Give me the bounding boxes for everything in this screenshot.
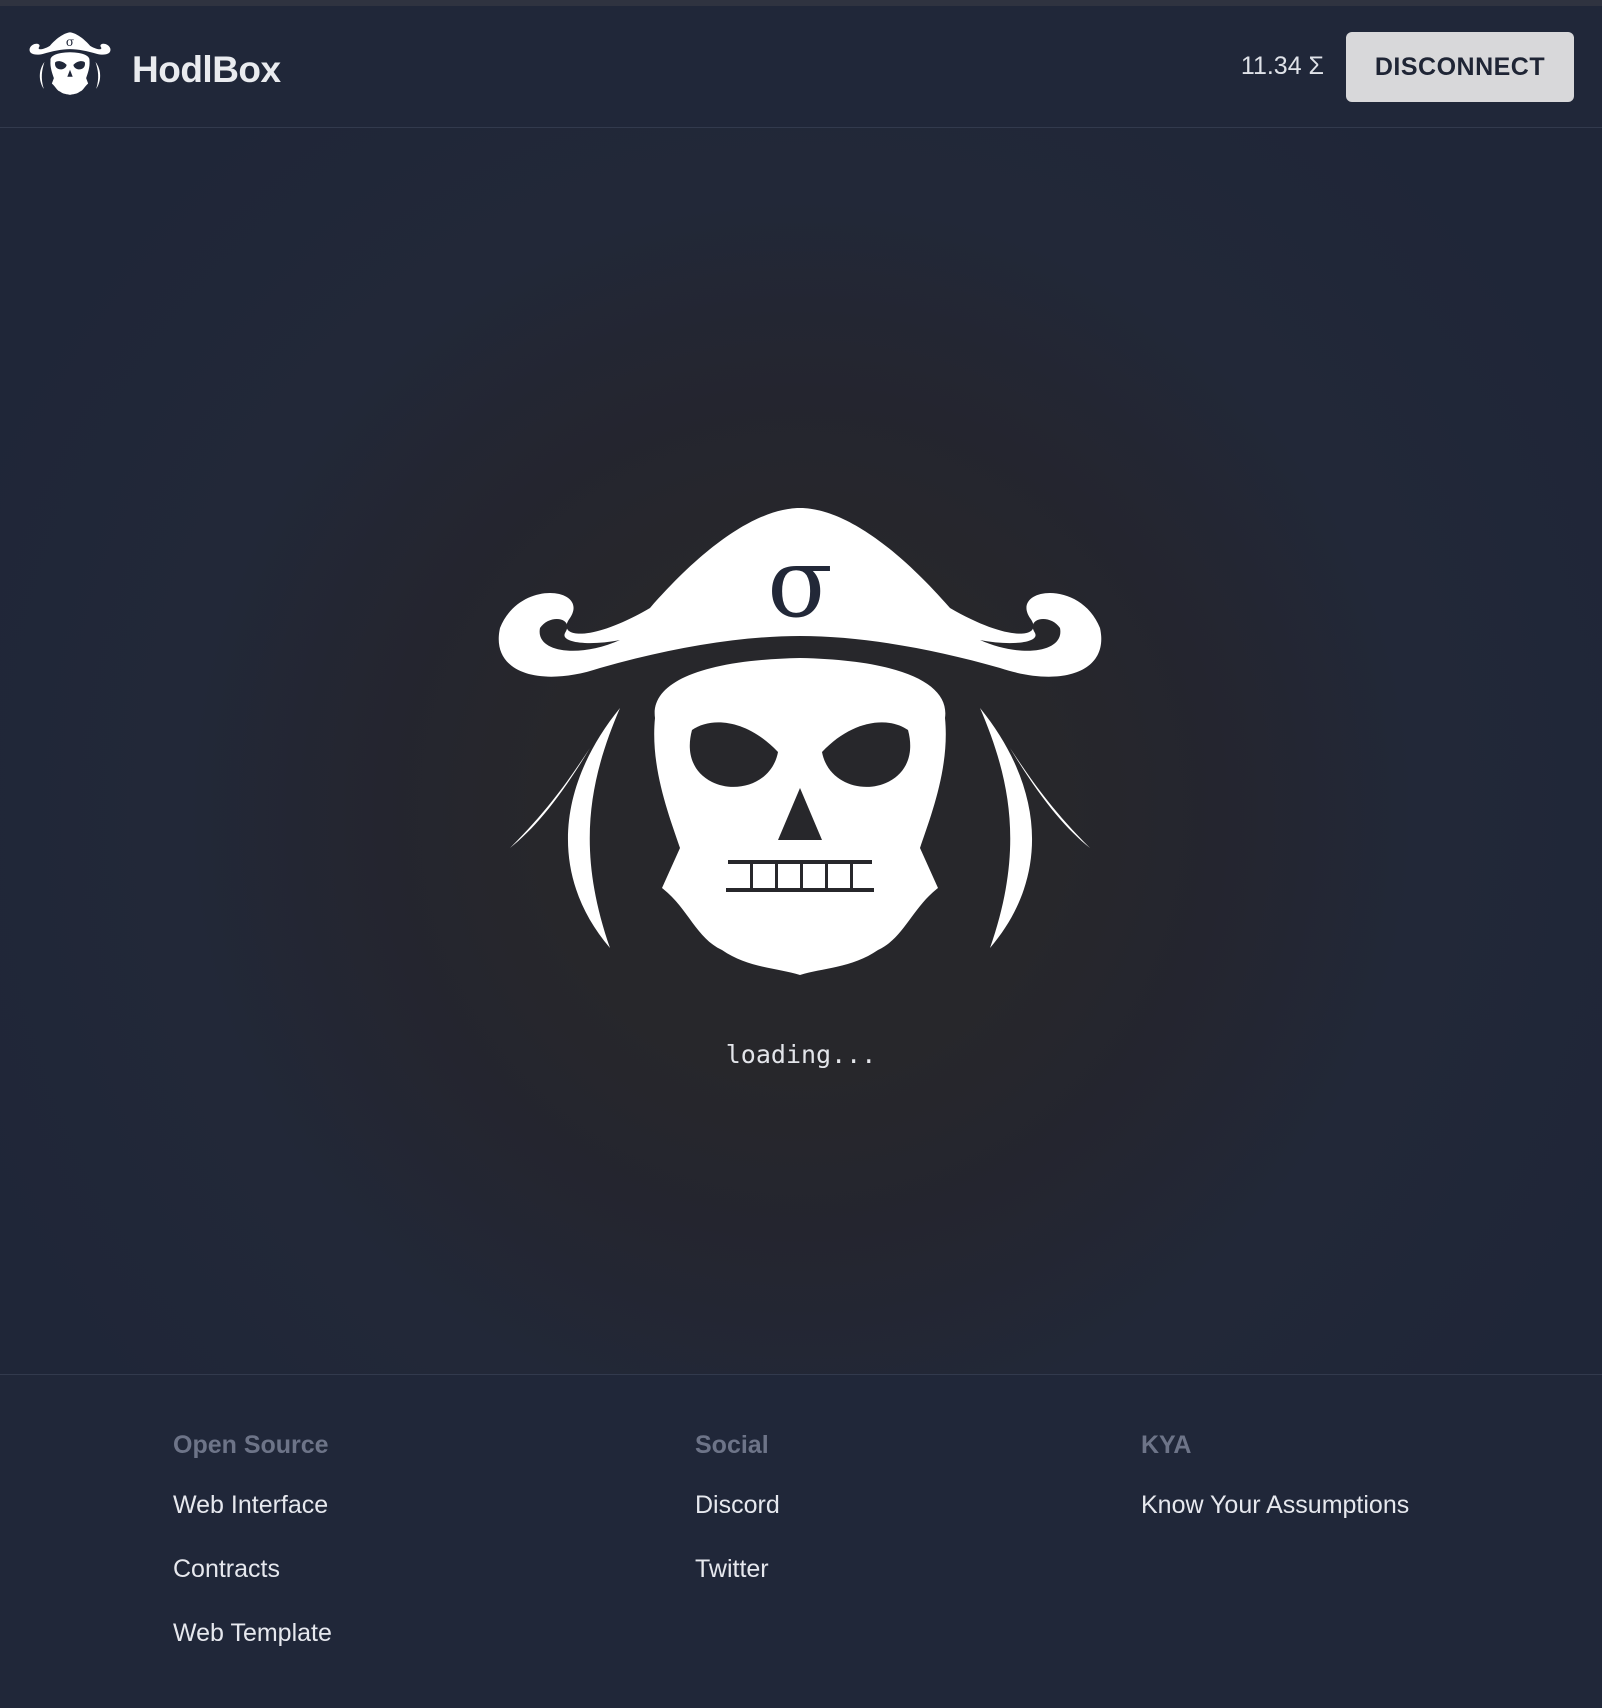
svg-text:σ: σ (66, 35, 74, 49)
pirate-skull-icon: σ (498, 508, 1102, 975)
footer-link-web-template[interactable]: Web Template (173, 1618, 332, 1648)
top-nav: σ HodlBox 11.34 Σ DISCONNECT (0, 6, 1602, 128)
footer-link-discord[interactable]: Discord (695, 1490, 780, 1520)
disconnect-button[interactable]: DISCONNECT (1346, 32, 1574, 102)
brand[interactable]: σ HodlBox (22, 26, 281, 114)
footer-link-contracts[interactable]: Contracts (173, 1554, 332, 1584)
footer-column-open-source: Open Source Web Interface Contracts Web … (173, 1431, 332, 1682)
loading-area: σ loading... (0, 128, 1602, 1374)
footer-column-kya: KYA Know Your Assumptions (1141, 1431, 1409, 1554)
footer-heading: Social (695, 1431, 769, 1459)
footer-link-know-your-assumptions[interactable]: Know Your Assumptions (1141, 1490, 1409, 1520)
footer-heading: KYA (1141, 1431, 1192, 1459)
footer-heading: Open Source (173, 1431, 329, 1459)
pirate-skull-icon: σ (29, 32, 111, 95)
footer: Open Source Web Interface Contracts Web … (0, 1374, 1602, 1708)
footer-link-twitter[interactable]: Twitter (695, 1554, 780, 1584)
wallet-balance: 11.34 Σ (1240, 52, 1324, 80)
footer-link-web-interface[interactable]: Web Interface (173, 1490, 332, 1520)
footer-column-social: Social Discord Twitter (695, 1431, 780, 1618)
loading-text: loading... (725, 1040, 877, 1069)
svg-text:σ: σ (767, 527, 833, 639)
brand-name: HodlBox (132, 49, 281, 90)
